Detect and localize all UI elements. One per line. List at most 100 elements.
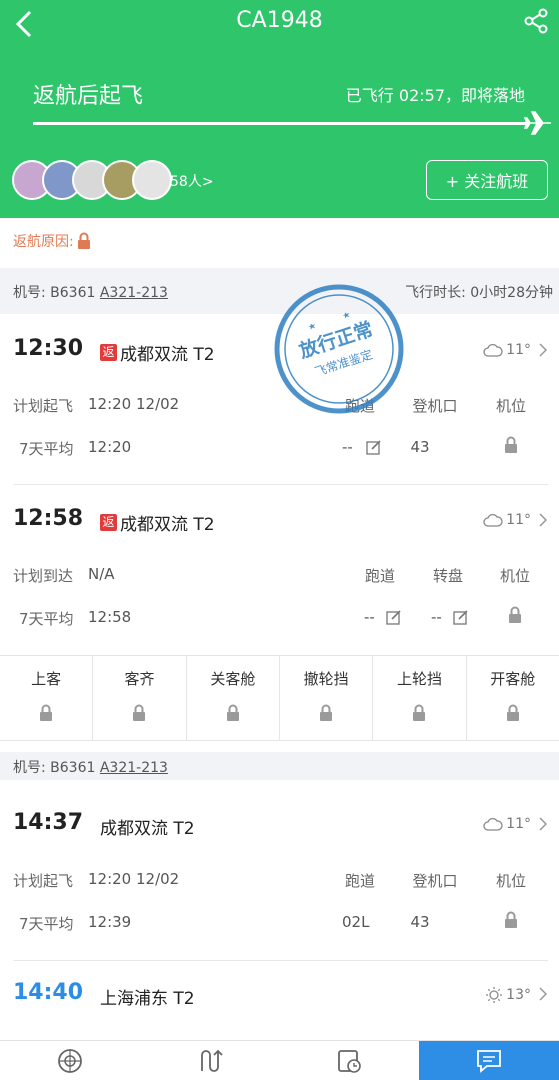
seven-day-average-value: 12:20 <box>88 438 132 456</box>
lock-icon <box>505 436 517 453</box>
aircraft-info: 机号: B6361 A321-213 <box>13 282 168 302</box>
status-boarding-complete[interactable]: 客齐 <box>93 656 187 740</box>
planned-arrival-label: 计划到达 <box>13 567 74 585</box>
aircraft-registration: 机号: B6361 <box>13 760 96 776</box>
seven-day-average-value: 12:58 <box>88 608 132 626</box>
aircraft-model-link[interactable]: A321-213 <box>100 285 168 301</box>
flight-duration: 飞行时长: 0小时28分钟 <box>405 285 553 301</box>
departure-temperature: 11° <box>506 342 531 358</box>
route-icon <box>200 1049 223 1072</box>
chat-icon <box>477 1050 502 1073</box>
gate-header: 登机口 <box>412 872 458 890</box>
lock-icon <box>133 704 146 721</box>
planned-departure-value: 12:20 12/02 <box>88 870 180 888</box>
edit-icon[interactable] <box>366 439 382 455</box>
return-reason[interactable]: 返航原因: <box>13 231 92 251</box>
status-label: 上轮挡 <box>396 670 442 688</box>
planned-departure-value: 12:20 12/02 <box>88 395 180 413</box>
status-cabin-opened[interactable]: 开客舱 <box>467 656 559 740</box>
runway-value: -- <box>342 438 353 456</box>
lock-icon <box>413 704 426 721</box>
stand-header: 机位 <box>495 397 526 415</box>
bottom-tab-bar <box>0 1040 559 1080</box>
followers-count[interactable]: 58人> <box>170 171 214 191</box>
ground-status-row: 上客 客齐 关客舱 撤轮挡 上轮挡 开客舱 <box>0 655 559 741</box>
release-normal-stamp: 放行正常 飞常准鉴定 <box>274 284 404 414</box>
flight-state: 返航后起飞 <box>33 84 144 109</box>
status-label: 客齐 <box>124 670 155 688</box>
arrival-airport-name: 上海浦东 T2 <box>100 989 195 1009</box>
arrival-airport[interactable]: 上海浦东 T2 <box>100 984 195 1009</box>
departure-airport[interactable]: 成都双流 T2 <box>100 814 195 839</box>
share-icon[interactable] <box>523 8 549 34</box>
schedule-icon <box>338 1050 362 1073</box>
arrival-airport[interactable]: 返 成都双流 T2 <box>100 510 215 535</box>
status-label: 关客舱 <box>210 670 256 688</box>
seven-day-average-value: 12:39 <box>88 913 132 931</box>
chevron-right-icon[interactable] <box>537 986 549 1002</box>
arrival-weather[interactable]: 11° <box>483 512 531 528</box>
lock-icon <box>509 606 521 623</box>
cloud-icon <box>483 513 503 527</box>
aircraft-registration: 机号: B6361 <box>13 285 96 301</box>
edit-icon[interactable] <box>453 609 469 625</box>
runway-value: -- <box>364 608 375 626</box>
tab-radar[interactable] <box>0 1041 140 1080</box>
chevron-right-icon[interactable] <box>537 816 549 832</box>
lock-icon <box>226 704 239 721</box>
planned-arrival-value: N/A <box>88 565 115 583</box>
status-chocks-off[interactable]: 撤轮挡 <box>280 656 374 740</box>
lock-icon <box>77 232 90 249</box>
avatar <box>132 160 172 200</box>
chevron-right-icon[interactable] <box>537 512 549 528</box>
status-label: 开客舱 <box>490 670 536 688</box>
divider <box>13 960 548 961</box>
return-tag: 返 <box>100 344 117 361</box>
return-reason-label: 返航原因: <box>13 234 74 250</box>
gate-header: 登机口 <box>412 397 458 415</box>
divider <box>13 484 548 485</box>
departure-airport[interactable]: 返 成都双流 T2 <box>100 340 215 365</box>
planned-departure-label: 计划起飞 <box>13 872 74 890</box>
runway-header: 跑道 <box>364 567 395 585</box>
gate-value: 43 <box>410 438 430 456</box>
chevron-right-icon[interactable] <box>537 342 549 358</box>
cloud-icon <box>483 817 503 831</box>
flight-number-title: CA1948 <box>236 8 323 33</box>
lock-icon <box>320 704 333 721</box>
lock-icon <box>506 704 519 721</box>
seven-day-average-label: 7天平均 <box>19 440 74 458</box>
aircraft-info: 机号: B6361 A321-213 <box>13 757 168 777</box>
follow-flight-button[interactable]: + 关注航班 <box>426 160 548 200</box>
runway-value: 02L <box>342 913 370 931</box>
return-tag: 返 <box>100 514 117 531</box>
arrival-weather[interactable]: 13° <box>485 986 531 1004</box>
sun-icon <box>486 987 503 1003</box>
departure-weather[interactable]: 11° <box>483 816 531 832</box>
lock-icon <box>505 911 517 928</box>
status-label: 上客 <box>31 670 62 688</box>
tab-schedule[interactable] <box>280 1041 420 1080</box>
departure-airport-name: 成都双流 T2 <box>100 819 195 839</box>
lock-icon <box>40 704 53 721</box>
departure-weather[interactable]: 11° <box>483 342 531 358</box>
departure-time: 14:37 <box>13 810 84 835</box>
status-cabin-closed[interactable]: 关客舱 <box>187 656 280 740</box>
tab-chat[interactable] <box>419 1041 559 1080</box>
status-boarding[interactable]: 上客 <box>0 656 94 740</box>
arrival-temperature: 11° <box>506 512 531 528</box>
status-chocks-on[interactable]: 上轮挡 <box>373 656 467 740</box>
edit-icon[interactable] <box>386 609 402 625</box>
carousel-value: -- <box>431 608 442 626</box>
runway-header: 跑道 <box>344 872 375 890</box>
arrival-airport-name: 成都双流 T2 <box>120 515 215 535</box>
radar-icon <box>57 1049 82 1073</box>
plane-icon <box>523 111 551 135</box>
flight-header: CA1948 返航后起飞 已飞行 02:57，即将落地 58人> + 关注航班 <box>0 0 559 218</box>
flight-progress-bar <box>33 122 528 125</box>
tab-route[interactable] <box>140 1041 280 1080</box>
carousel-header: 转盘 <box>432 567 463 585</box>
arrival-time: 12:58 <box>13 506 84 531</box>
cloud-icon <box>483 343 503 357</box>
aircraft-model-link[interactable]: A321-213 <box>100 760 168 776</box>
